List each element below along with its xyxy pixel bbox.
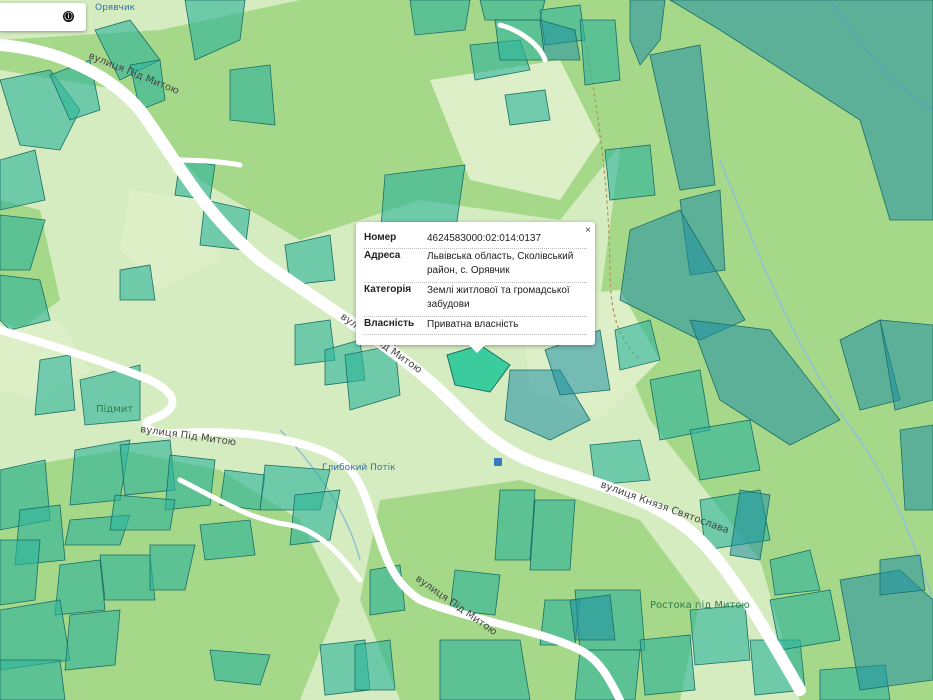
popup-value-category: Землі житлової та громадської забудови — [427, 285, 570, 310]
popup-key-ownership: Власність — [364, 318, 415, 329]
search-box[interactable]: ⓘ — [0, 3, 86, 31]
popup-key-number: Номер — [364, 232, 397, 243]
place-label-glybokyi: Глибокий Потік — [322, 463, 396, 473]
info-icon[interactable]: ⓘ — [63, 11, 74, 22]
popup-value-ownership: Приватна власність — [427, 319, 519, 330]
parcel-info-popup: × Номер 4624583000:02:014:0137 Адреса Ль… — [356, 222, 595, 353]
popup-key-address: Адреса — [364, 250, 401, 261]
bus-stop-icon — [494, 458, 502, 466]
popup-value-address: Львівська область, Сколівський район, с.… — [427, 251, 574, 276]
popup-pointer — [469, 345, 485, 353]
popup-row-ownership: Власність Приватна власність — [364, 318, 587, 335]
place-label-rozstoka: Ростока під Митою — [650, 599, 750, 611]
popup-row-number: Номер 4624583000:02:014:0137 — [364, 232, 587, 249]
place-label-pidmyt: Підмит — [96, 403, 133, 415]
cadastral-map[interactable]: вулиця Під Митою вулиця Під Митою вулиця… — [0, 0, 933, 700]
place-label-top: Орявчик — [95, 3, 136, 13]
popup-key-category: Категорія — [364, 284, 412, 295]
popup-row-address: Адреса Львівська область, Сколівський ра… — [364, 250, 587, 283]
popup-value-number: 4624583000:02:014:0137 — [427, 233, 542, 244]
popup-row-category: Категорія Землі житлової та громадської … — [364, 284, 587, 317]
